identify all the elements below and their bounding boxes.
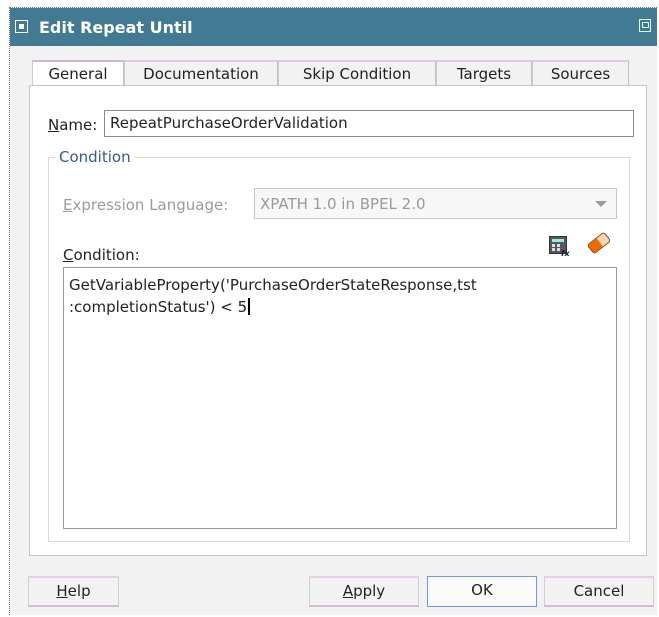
help-button[interactable]: Help: [28, 576, 119, 607]
tab-label: Targets: [456, 65, 512, 83]
expression-language-label: Expression Language:: [63, 196, 228, 214]
button-label: OK: [471, 581, 493, 599]
tab-label: Documentation: [143, 65, 259, 83]
tab-documentation[interactable]: Documentation: [124, 60, 278, 86]
mnemonic: A: [342, 582, 354, 600]
label-text: ondition:: [73, 246, 140, 264]
apply-button[interactable]: Apply: [309, 576, 419, 607]
tab-label: General: [48, 65, 108, 83]
button-label: elp: [67, 582, 91, 600]
window-menu-icon[interactable]: [15, 20, 28, 33]
fx-mark: fx: [561, 249, 570, 258]
name-label: Name:: [48, 116, 97, 134]
condition-label: Condition:: [63, 246, 140, 264]
chevron-down-icon: [595, 201, 607, 207]
dialog-title: Edit Repeat Until: [39, 18, 193, 37]
name-input[interactable]: RepeatPurchaseOrderValidation: [104, 110, 634, 137]
tab-targets[interactable]: Targets: [436, 60, 532, 86]
mnemonic: C: [63, 246, 74, 264]
title-bar[interactable]: Edit Repeat Until: [10, 8, 657, 46]
mnemonic: H: [56, 582, 68, 600]
tab-sources[interactable]: Sources: [532, 60, 629, 86]
text-cursor: [248, 298, 251, 315]
expression-language-select[interactable]: XPATH 1.0 in BPEL 2.0: [254, 188, 617, 219]
mnemonic: N: [48, 116, 60, 134]
tab-general[interactable]: General: [32, 60, 124, 86]
tab-label: Skip Condition: [302, 65, 412, 83]
condition-textarea[interactable]: GetVariableProperty('PurchaseOrderStateR…: [63, 267, 617, 529]
cancel-button[interactable]: Cancel: [544, 576, 654, 607]
button-label: pply: [353, 582, 386, 600]
label-text: ame:: [59, 116, 98, 134]
tab-label: Sources: [550, 65, 611, 83]
condition-text: GetVariableProperty('PurchaseOrderStateR…: [69, 276, 477, 316]
select-value: XPATH 1.0 in BPEL 2.0: [260, 195, 426, 213]
maximize-icon[interactable]: [639, 19, 651, 32]
label-text: xpression Language:: [72, 196, 229, 214]
button-label: Cancel: [573, 582, 625, 600]
condition-group-title: Condition: [56, 148, 134, 166]
tab-skip-condition[interactable]: Skip Condition: [278, 60, 436, 86]
ok-button[interactable]: OK: [427, 576, 537, 607]
